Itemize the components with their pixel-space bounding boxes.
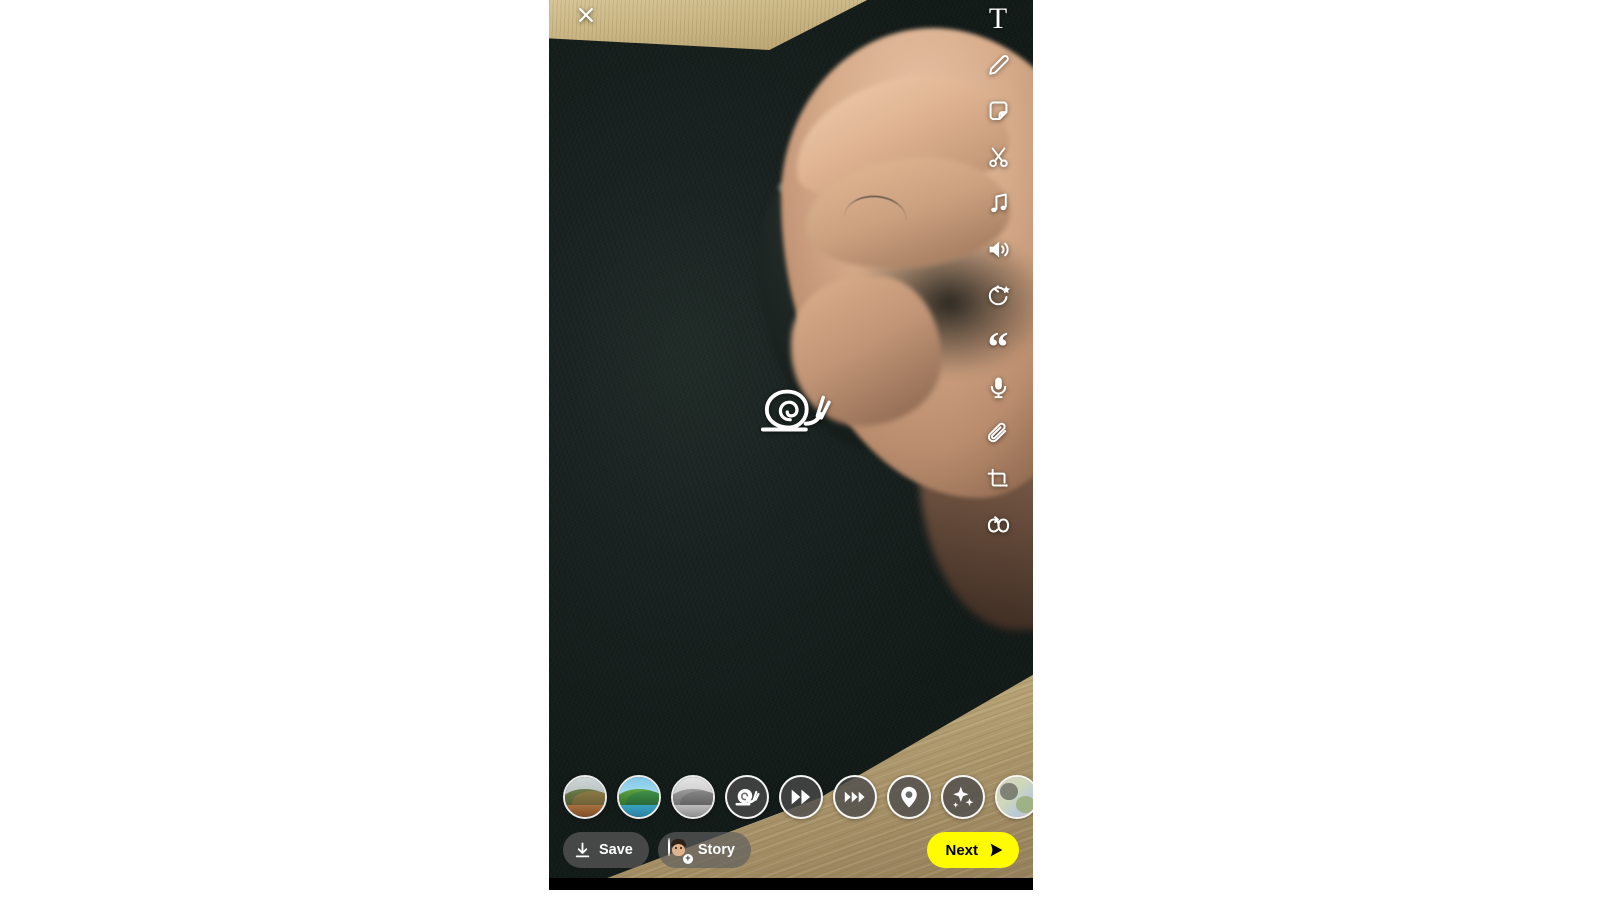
sparkle-icon (952, 786, 974, 808)
close-button[interactable] (567, 0, 605, 30)
paperclip-icon (987, 422, 1006, 442)
tool-loop[interactable] (975, 502, 1021, 548)
story-label: Story (697, 842, 735, 858)
location-pin-icon (901, 786, 917, 808)
thumb-blob-1 (1000, 782, 1018, 801)
tool-rail: T “ (975, 0, 1021, 548)
thumb-blob-2 (1016, 796, 1033, 813)
filter-warm[interactable] (563, 775, 607, 819)
loop-icon (987, 515, 1009, 532)
phone-viewport: T “ Save + Story Next (549, 0, 1033, 890)
tool-attach-link[interactable] (975, 410, 1021, 456)
snail-icon (735, 788, 760, 806)
pencil-icon (988, 54, 1009, 75)
tool-draw[interactable] (975, 42, 1021, 88)
filter-thumbnail (673, 777, 713, 817)
tool-crop[interactable] (975, 456, 1021, 502)
filter-carousel[interactable] (549, 772, 1033, 822)
thumb-ground (673, 805, 713, 817)
tool-timer[interactable] (975, 272, 1021, 318)
tool-caption[interactable]: “ (975, 318, 1021, 369)
download-icon (575, 841, 590, 857)
microphone-icon (990, 377, 1006, 398)
filter-sparkle[interactable] (941, 775, 985, 819)
fast-forward-triple-icon (844, 791, 865, 803)
volume-icon (989, 241, 1009, 257)
filter-mono[interactable] (671, 775, 715, 819)
thumb-ground (565, 805, 605, 817)
filter-fast-forward-2x[interactable] (779, 775, 823, 819)
scissors-icon (988, 147, 1008, 167)
thumb-ground (619, 805, 659, 817)
save-label: Save (599, 842, 633, 858)
tool-stickers[interactable] (975, 88, 1021, 134)
timer-star-icon (988, 284, 1010, 305)
fast-forward-icon (791, 789, 811, 805)
tool-scissors[interactable] (975, 134, 1021, 180)
filter-thumbnail (619, 777, 659, 817)
snail-sticker[interactable] (761, 388, 831, 436)
send-arrow-icon (990, 843, 1003, 857)
sticker-icon (989, 101, 1007, 120)
next-button[interactable]: Next (927, 832, 1019, 868)
next-label: Next (945, 841, 978, 859)
filter-fast-forward-3x[interactable] (833, 775, 877, 819)
tool-text[interactable]: T (975, 0, 1021, 42)
story-button[interactable]: + Story (657, 832, 751, 868)
bitmoji-avatar (667, 837, 686, 856)
phone-navigation-bar (549, 878, 1033, 890)
save-button[interactable]: Save (563, 832, 649, 868)
close-icon (579, 8, 593, 22)
filter-thumbnail (565, 777, 605, 817)
text-icon: T (988, 2, 1008, 35)
filter-color[interactable] (995, 775, 1033, 819)
screenshot-root: T “ Save + Story Next (0, 0, 1600, 900)
tool-sounds[interactable] (975, 180, 1021, 226)
filter-location[interactable] (887, 775, 931, 819)
tool-volume[interactable] (975, 226, 1021, 272)
filter-thumbnail (997, 777, 1033, 817)
crop-icon (987, 468, 1008, 487)
filter-vivid[interactable] (617, 775, 661, 819)
photo-canvas[interactable] (549, 0, 1033, 890)
music-note-icon (990, 192, 1007, 212)
action-bar: Save + Story Next (549, 830, 1033, 870)
avatar-add-badge: + (682, 853, 693, 864)
filter-slow-motion[interactable] (725, 775, 769, 819)
avatar: + (667, 837, 693, 864)
